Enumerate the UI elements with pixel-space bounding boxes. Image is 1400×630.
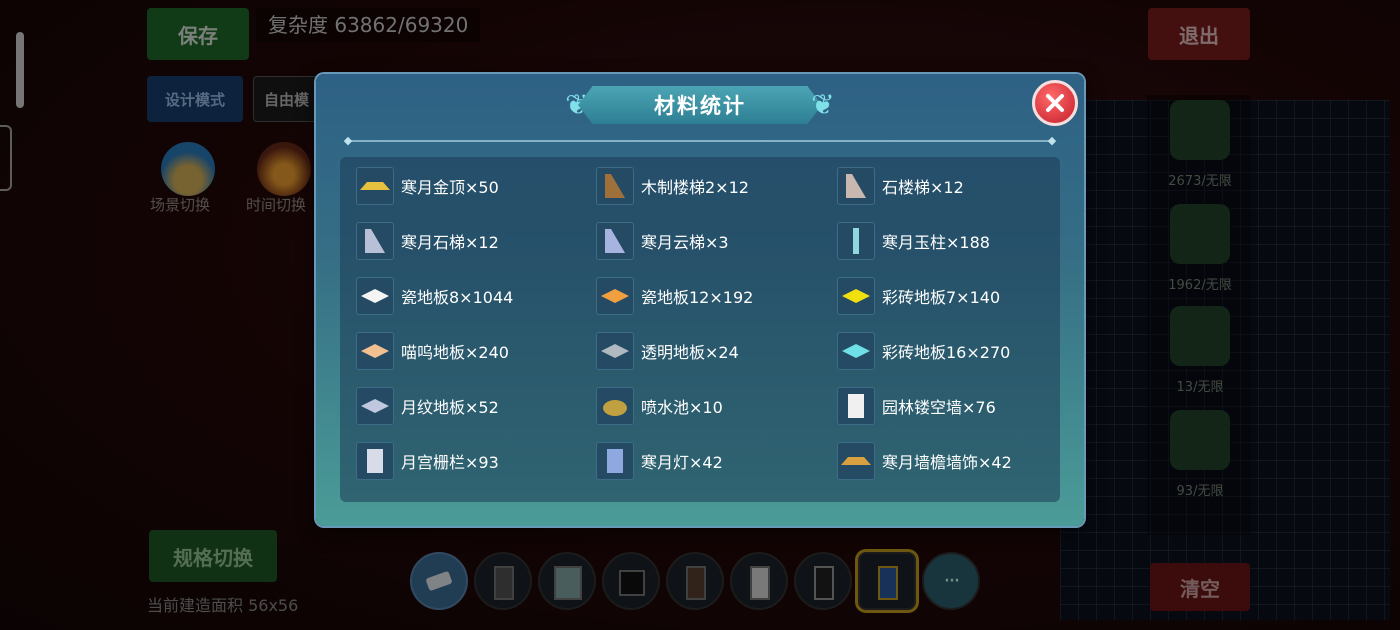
- golden-roof-icon: [356, 167, 394, 205]
- lattice-wall-icon: [837, 387, 875, 425]
- divider-ornament-icon: ◆: [1047, 134, 1057, 147]
- white-floor-tile-icon: [356, 277, 394, 315]
- material-item-label: 彩砖地板7×140: [882, 288, 1001, 307]
- material-item-label: 寒月石梯×12: [401, 233, 499, 252]
- stone-ladder-icon: [356, 222, 394, 260]
- material-item: 园林镂空墙×76: [837, 386, 996, 426]
- material-item-label: 石楼梯×12: [882, 178, 964, 197]
- yellow-floor-tile-icon: [837, 277, 875, 315]
- material-item: 瓷地板12×192: [596, 276, 753, 316]
- scroll-ornament-icon: ❦: [811, 88, 835, 121]
- fountain-icon: [596, 387, 634, 425]
- material-item: 寒月玉柱×188: [837, 221, 990, 261]
- material-item: 木制楼梯2×12: [596, 166, 749, 206]
- material-item-label: 寒月灯×42: [641, 453, 723, 472]
- material-item: 透明地板×24: [596, 331, 739, 371]
- material-item-label: 寒月金顶×50: [401, 178, 499, 197]
- stone-stairs-icon: [837, 167, 875, 205]
- cat-floor-tile-icon: [356, 332, 394, 370]
- material-item: 寒月金顶×50: [356, 166, 499, 206]
- material-item-label: 寒月墙檐墙饰×42: [882, 453, 1012, 472]
- moon-floor-tile-icon: [356, 387, 394, 425]
- material-item: 月宫栅栏×93: [356, 441, 499, 481]
- material-item-label: 瓷地板8×1044: [401, 288, 514, 307]
- material-item-label: 彩砖地板16×270: [882, 343, 1011, 362]
- material-item-label: 喷水池×10: [641, 398, 723, 417]
- dialog-title: 材料统计: [654, 94, 746, 118]
- material-item-label: 园林镂空墙×76: [882, 398, 996, 417]
- material-item: 石楼梯×12: [837, 166, 964, 206]
- close-icon: [1046, 94, 1064, 112]
- divider-ornament-icon: ◆: [343, 134, 353, 147]
- material-stats-dialog: ❦ 材料统计 ❦ ◆ ◆ 寒月金顶×50 木制楼梯2×12 石楼梯×12 寒月石梯×1…: [316, 74, 1084, 526]
- material-item-label: 喵呜地板×240: [401, 343, 509, 362]
- material-item-label: 月纹地板×52: [401, 398, 499, 417]
- fence-icon: [356, 442, 394, 480]
- title-divider: [346, 140, 1054, 142]
- material-item-label: 透明地板×24: [641, 343, 739, 362]
- material-item: 喵呜地板×240: [356, 331, 509, 371]
- cloud-ladder-icon: [596, 222, 634, 260]
- title-ribbon: 材料统计: [578, 86, 822, 124]
- material-list: 寒月金顶×50 木制楼梯2×12 石楼梯×12 寒月石梯×12 寒月云梯×3 寒月玉柱×1…: [340, 157, 1060, 502]
- material-item-label: 木制楼梯2×12: [641, 178, 749, 197]
- lantern-icon: [596, 442, 634, 480]
- glass-floor-tile-icon: [596, 332, 634, 370]
- material-item: 月纹地板×52: [356, 386, 499, 426]
- wooden-stairs-icon: [596, 167, 634, 205]
- material-item: 喷水池×10: [596, 386, 723, 426]
- jade-pillar-icon: [837, 222, 875, 260]
- material-item: 寒月石梯×12: [356, 221, 499, 261]
- close-button[interactable]: [1032, 80, 1078, 126]
- eave-decoration-icon: [837, 442, 875, 480]
- material-item-label: 月宫栅栏×93: [401, 453, 499, 472]
- material-item-label: 寒月云梯×3: [641, 233, 729, 252]
- material-item: 彩砖地板16×270: [837, 331, 1010, 371]
- material-item-label: 寒月玉柱×188: [882, 233, 990, 252]
- cyan-floor-tile-icon: [837, 332, 875, 370]
- material-item: 瓷地板8×1044: [356, 276, 513, 316]
- material-item: 彩砖地板7×140: [837, 276, 1000, 316]
- material-item: 寒月灯×42: [596, 441, 723, 481]
- material-item-label: 瓷地板12×192: [641, 288, 754, 307]
- orange-floor-tile-icon: [596, 277, 634, 315]
- material-item: 寒月云梯×3: [596, 221, 729, 261]
- material-item: 寒月墙檐墙饰×42: [837, 441, 1012, 481]
